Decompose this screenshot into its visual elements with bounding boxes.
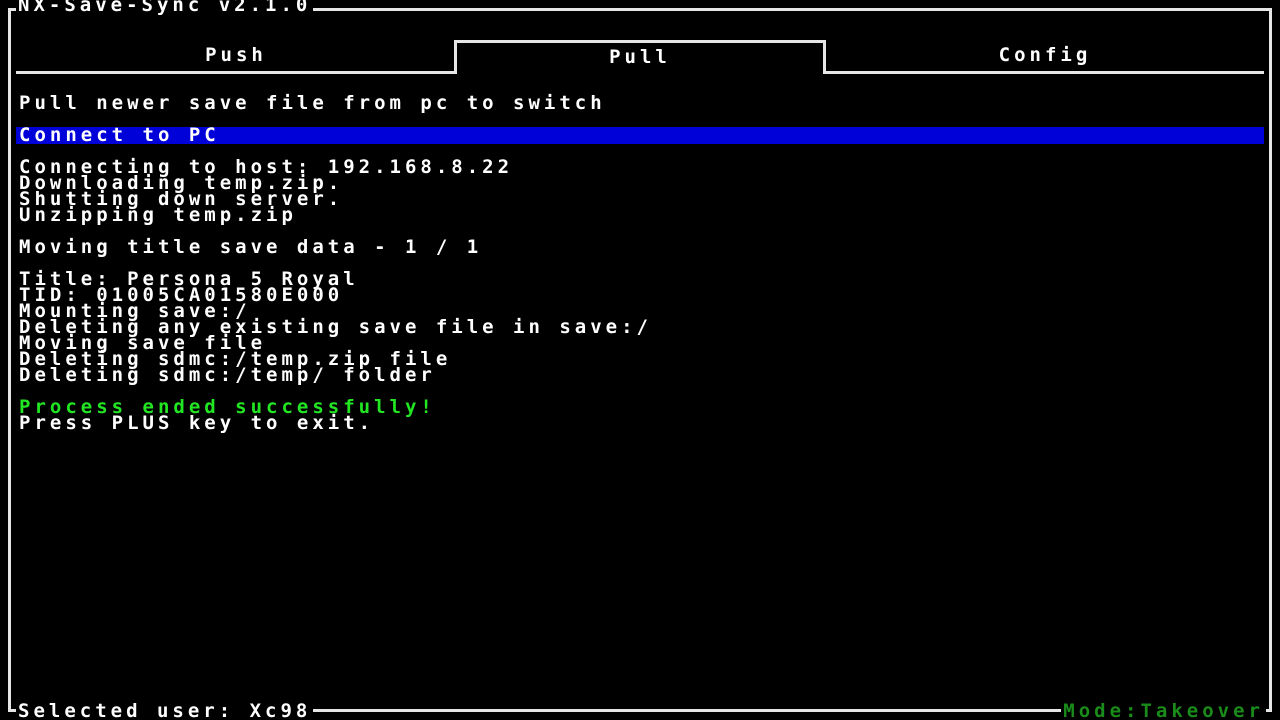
page-description: Pull newer save file from pc to switch bbox=[19, 92, 606, 114]
mode-label: Mode:Takeover bbox=[1061, 700, 1266, 720]
connect-to-pc-menu-item[interactable]: Connect to PC bbox=[19, 126, 220, 145]
progress-line: Moving title save data - 1 / 1 bbox=[19, 236, 483, 258]
tab-pull[interactable]: Pull bbox=[454, 40, 826, 74]
selected-user-label: Selected user: Xc98 bbox=[16, 700, 314, 720]
log-line: Unzipping temp.zip bbox=[19, 204, 297, 226]
tab-config[interactable]: Config bbox=[826, 40, 1264, 74]
exit-hint: Press PLUS key to exit. bbox=[19, 412, 375, 434]
app-title: NX-Save-Sync v2.1.0 bbox=[16, 0, 314, 16]
tab-push[interactable]: Push bbox=[16, 40, 456, 74]
log-line: Deleting sdmc:/temp/ folder bbox=[19, 364, 436, 386]
